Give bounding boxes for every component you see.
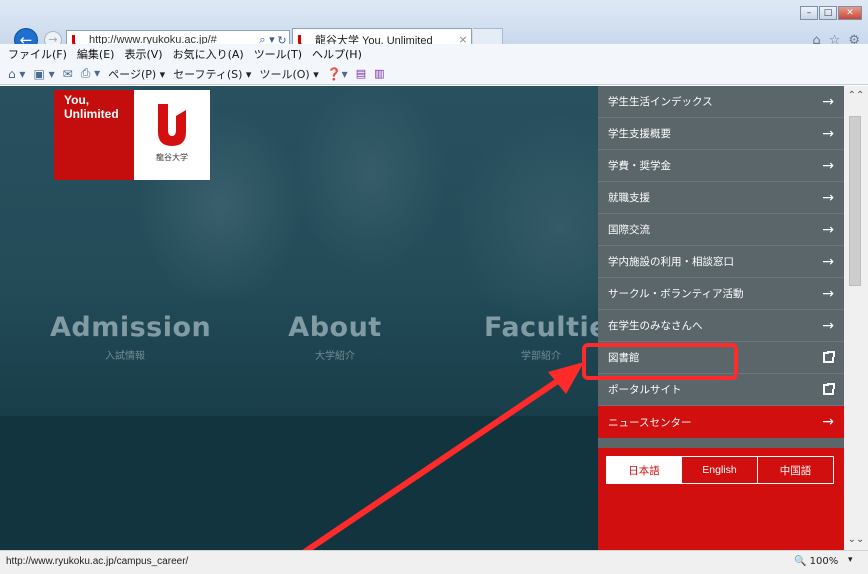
maximize-button[interactable]: □: [819, 6, 837, 20]
menu-bar: ファイル(F) 編集(E) 表示(V) お気に入り(A) ツール(T) ヘルプ(…: [0, 44, 868, 63]
minimize-button[interactable]: –: [800, 6, 818, 20]
brand-tagline: You, Unlimited: [54, 90, 134, 180]
menu-item-career[interactable]: 就職支援 →: [598, 182, 844, 214]
status-url: http://www.ryukoku.ac.jp/campus_career/: [6, 556, 189, 567]
arrow-right-icon: →: [822, 125, 834, 142]
site-logo[interactable]: You, Unlimited 龍谷大学: [54, 90, 210, 180]
menu-help[interactable]: ヘルプ(H): [312, 46, 362, 62]
arrow-right-icon: →: [822, 253, 834, 270]
menu-item-label: 学生生活インデックス: [608, 96, 713, 108]
page-menu[interactable]: ページ(P) ▾: [108, 66, 165, 82]
external-link-icon: [823, 383, 835, 395]
menu-tools[interactable]: ツール(T): [254, 46, 302, 62]
vertical-scrollbar[interactable]: ⌃⌃ ⌄⌄: [844, 86, 868, 550]
menu-edit[interactable]: 編集(E): [77, 46, 115, 62]
addon-icon-1[interactable]: ▤: [356, 67, 366, 80]
zoom-dropdown-icon[interactable]: ▾: [848, 555, 853, 565]
menu-view[interactable]: 表示(V): [124, 46, 162, 62]
menu-item-label: 在学生のみなさんへ: [608, 320, 703, 332]
scroll-up-icon[interactable]: ⌃⌃: [844, 90, 868, 102]
menu-item-label: ポータルサイト: [608, 384, 682, 396]
about-link[interactable]: About 大学紹介: [280, 312, 390, 362]
faculties-title: Faculties: [484, 312, 598, 343]
arrow-right-icon: →: [822, 414, 834, 430]
menu-item-label: 学生支援概要: [608, 128, 671, 140]
menu-favorites[interactable]: お気に入り(A): [173, 46, 244, 62]
menu-item-student-life[interactable]: 学生生活インデックス →: [598, 86, 844, 118]
lang-japanese-button[interactable]: 日本語: [606, 456, 682, 484]
menu-item-clubs[interactable]: サークル・ボランティア活動 →: [598, 278, 844, 310]
print-icon[interactable]: ⎙ ▾: [81, 66, 100, 81]
lang-english-button[interactable]: English: [682, 456, 758, 484]
admission-link[interactable]: Admission 入試情報: [50, 312, 212, 362]
scroll-thumb[interactable]: [849, 116, 861, 286]
home-toolbar-icon[interactable]: ⌂ ▾: [8, 67, 25, 81]
language-switcher: 日本語 English 中国語: [598, 448, 844, 550]
menu-item-label: 学内施設の利用・相談窓口: [608, 256, 734, 268]
command-bar: ⌂ ▾ ▣ ▾ ✉ ⎙ ▾ ページ(P) ▾ セーフティ(S) ▾ ツール(O)…: [0, 63, 868, 85]
ryukoku-logo-icon: [158, 104, 186, 146]
arrow-right-icon: →: [822, 189, 834, 206]
arrow-right-icon: →: [822, 285, 834, 302]
about-subtitle: 大学紹介: [315, 351, 355, 362]
menu-item-current-students[interactable]: 在学生のみなさんへ →: [598, 310, 844, 342]
menu-item-international[interactable]: 国際交流 →: [598, 214, 844, 246]
menu-item-label: 学費・奨学金: [608, 160, 671, 172]
lang-chinese-button[interactable]: 中国語: [758, 456, 834, 484]
menu-item-label: 国際交流: [608, 224, 650, 236]
scroll-down-icon[interactable]: ⌄⌄: [844, 534, 868, 546]
admission-title: Admission: [50, 312, 212, 343]
close-window-button[interactable]: ✕: [838, 6, 862, 20]
menu-item-label: 就職支援: [608, 192, 650, 204]
side-menu: 学生生活インデックス → 学生支援概要 → 学費・奨学金 → 就職支援 → 国際…: [598, 86, 844, 550]
faculties-subtitle: 学部紹介: [521, 351, 561, 362]
faculties-link[interactable]: Faculties 学部紹介: [484, 312, 598, 362]
menu-item-facilities[interactable]: 学内施設の利用・相談窓口 →: [598, 246, 844, 278]
tools-menu[interactable]: ツール(O) ▾: [259, 66, 318, 82]
menu-item-label: サークル・ボランティア活動: [608, 288, 744, 300]
news-center-label: ニュースセンター: [608, 416, 692, 429]
menu-item-student-support[interactable]: 学生支援概要 →: [598, 118, 844, 150]
zoom-level[interactable]: 🔍 100%: [794, 556, 838, 567]
arrow-right-icon: →: [822, 93, 834, 110]
zoom-value: 100%: [809, 556, 839, 567]
mail-icon[interactable]: ✉: [63, 67, 73, 81]
feeds-icon[interactable]: ▣ ▾: [33, 67, 54, 81]
status-bar: http://www.ryukoku.ac.jp/campus_career/ …: [0, 550, 868, 574]
language-buttons: 日本語 English 中国語: [606, 456, 834, 484]
brand-name-jp: 龍谷大学: [156, 153, 188, 162]
annotation-highlight-box: [582, 343, 738, 380]
browser-titlebar: – □ ✕ ← → http://www.ryukoku.ac.jp/# ⌕ ▾…: [0, 0, 868, 52]
help-icon[interactable]: ❓▾: [327, 67, 348, 81]
admission-subtitle: 入試情報: [105, 351, 145, 362]
external-link-icon: [823, 351, 835, 363]
addon-icon-2[interactable]: ▥: [374, 67, 384, 80]
arrow-right-icon: →: [822, 221, 834, 238]
menu-item-news-center[interactable]: ニュースセンター →: [598, 406, 844, 438]
hero-image: You, Unlimited 龍谷大学 Admission 入試情報 About…: [0, 86, 598, 416]
about-title: About: [288, 312, 382, 343]
menu-file[interactable]: ファイル(F): [8, 46, 67, 62]
page-viewport: You, Unlimited 龍谷大学 Admission 入試情報 About…: [0, 86, 868, 550]
menu-item-tuition[interactable]: 学費・奨学金 →: [598, 150, 844, 182]
safety-menu[interactable]: セーフティ(S) ▾: [173, 66, 251, 82]
window-controls: – □ ✕: [800, 6, 862, 20]
arrow-right-icon: →: [822, 317, 834, 334]
arrow-right-icon: →: [822, 157, 834, 174]
brand-emblem: 龍谷大学: [134, 90, 210, 180]
